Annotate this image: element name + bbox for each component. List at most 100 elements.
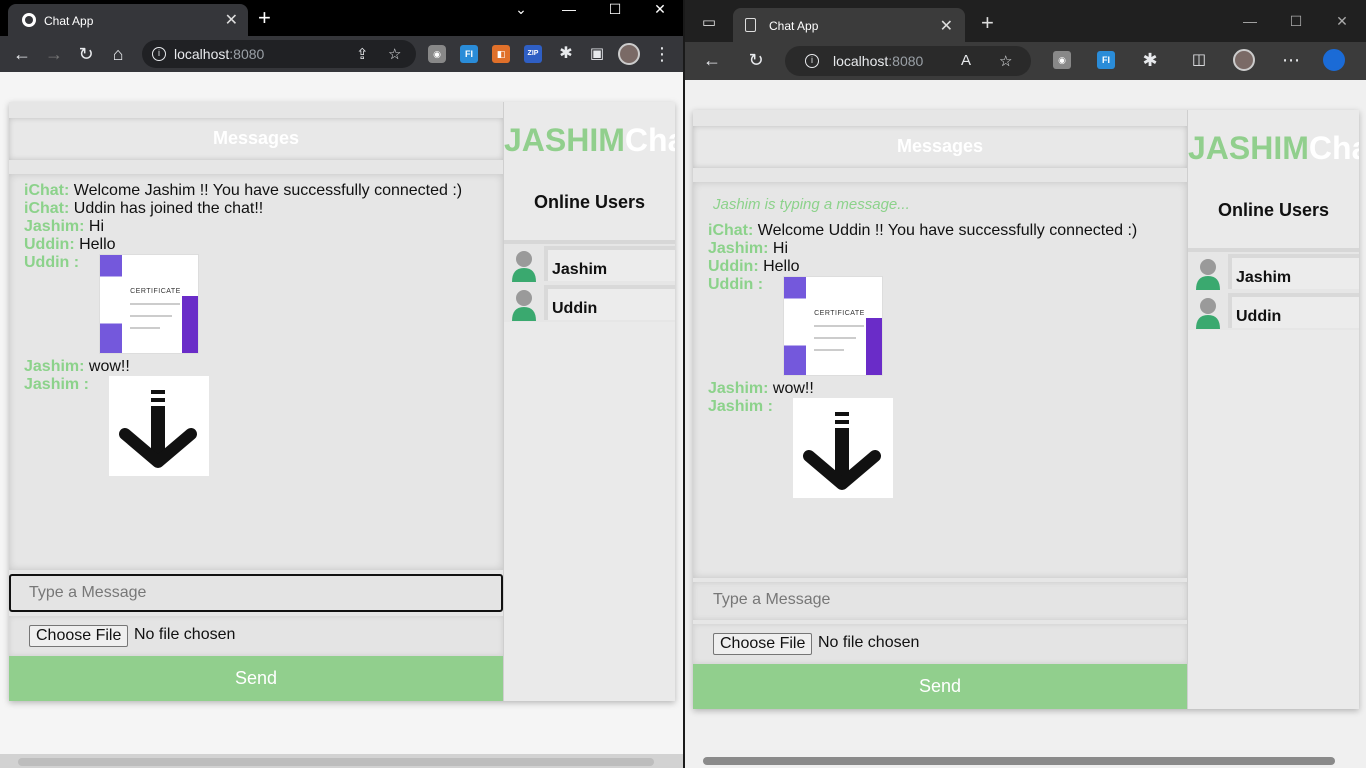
message-sender: Uddin: [708,258,759,275]
user-item[interactable]: Uddin [1188,291,1359,330]
camera-extension-icon[interactable]: ◉ [1053,51,1071,69]
horizontal-scrollbar[interactable] [0,754,683,768]
browser-tab[interactable]: Chat App ✕ [733,8,965,42]
chat-column: Messages Jashim is typing a message... i… [693,110,1187,709]
message-sender: Jashim: [24,218,85,235]
scrollbar-thumb[interactable] [18,758,654,766]
message-sender: Uddin : [24,254,80,271]
user-item[interactable]: Uddin [504,283,675,322]
tab-search-icon[interactable]: ⌄ [498,0,544,18]
fi-extension-icon[interactable]: FI [460,45,478,63]
message-text: Uddin has joined the chat!! [69,200,264,217]
user-item[interactable]: Jashim [504,244,675,283]
user-avatar-icon [512,251,536,282]
message-text: Hi [768,240,789,257]
message-sender: Jashim: [708,240,769,257]
online-users-heading: Online Users [533,192,646,212]
forward-icon[interactable]: → [42,43,66,65]
certificate-image[interactable]: CERTIFICATE [99,254,200,354]
split-screen-icon[interactable]: ◫ [1187,49,1211,71]
profile-avatar[interactable] [1233,49,1255,71]
close-window-button[interactable]: ✕ [1319,12,1365,30]
users-list: Jashim Uddin [504,240,675,322]
message-sender: Jashim: [708,380,769,397]
side-panel-icon[interactable]: ▣ [585,43,609,65]
tab-actions-icon[interactable]: ▭ [697,12,721,34]
reload-icon[interactable]: ↻ [74,43,98,65]
download-arrow-icon [118,390,197,468]
audio-extension-icon[interactable]: ◧ [492,45,510,63]
user-item[interactable]: Jashim [1188,252,1359,291]
extensions-icon[interactable]: ✱ [1138,49,1162,71]
edge-tab-bar: ▭ Chat App ✕ + — ☐ ✕ [685,0,1366,42]
close-window-button[interactable]: ✕ [637,0,683,18]
zip-extension-icon[interactable]: ZIP [524,45,542,63]
message-item: iChat: Welcome Jashim !! You have succes… [24,182,503,200]
user-name: Uddin [544,285,675,320]
profile-avatar[interactable] [618,43,640,65]
send-button[interactable]: Send [9,656,503,701]
chat-app: Messages Jashim is typing a message... i… [693,110,1359,709]
share-icon[interactable]: ⇪ [356,45,369,63]
no-file-label: No file chosen [818,634,920,651]
address-bar[interactable]: i localhost:8080 ⇪ ☆ [142,40,416,68]
message-item: iChat: Welcome Uddin !! You have success… [708,222,1187,240]
new-tab-button[interactable]: + [258,5,271,31]
message-input[interactable]: Type a Message [9,574,503,612]
bing-icon[interactable] [1323,49,1345,71]
home-icon[interactable]: ⌂ [106,43,130,65]
read-aloud-icon[interactable]: A [961,52,971,69]
download-arrow-image[interactable] [108,376,209,476]
users-list: Jashim Uddin [1188,248,1359,330]
edge-toolbar: ← ↻ i localhost:8080 A ☆ ◉ FI ✱ ◫ ⋯ [685,42,1366,80]
no-file-label: No file chosen [134,626,236,643]
favorites-star-icon[interactable]: ☆ [999,52,1012,70]
menu-icon[interactable]: ⋮ [650,43,674,65]
new-tab-button[interactable]: + [981,10,994,36]
download-arrow-image[interactable] [792,398,893,498]
download-arrow-icon [802,412,881,490]
message-sender: iChat: [24,182,70,199]
choose-file-button[interactable]: Choose File [713,633,813,655]
back-icon[interactable]: ← [700,49,724,71]
bookmark-star-icon[interactable]: ☆ [388,45,401,63]
tab-title: Chat App [44,14,94,28]
user-avatar-icon [1196,259,1220,290]
user-name: Uddin [1228,293,1359,328]
message-sender: Uddin : [708,276,764,293]
minimize-button[interactable]: — [546,0,592,18]
scrollbar-thumb[interactable] [703,757,1335,765]
puzzle-extensions-icon[interactable]: ✱ [554,43,578,65]
horizontal-scrollbar[interactable] [685,754,1366,768]
back-icon[interactable]: ← [10,43,34,65]
settings-more-icon[interactable]: ⋯ [1279,49,1303,71]
message-item: Uddin: Hello [24,236,503,254]
send-button[interactable]: Send [693,664,1187,709]
chrome-toolbar: ← → ↻ ⌂ i localhost:8080 ⇪ ☆ ◉ FI ◧ ZIP … [0,36,683,72]
maximize-button[interactable]: ☐ [1273,12,1319,30]
site-info-icon[interactable]: i [152,47,166,61]
message-input[interactable]: Type a Message [693,582,1187,620]
chat-column: Messages iChat: Welcome Jashim !! You ha… [9,102,503,701]
address-bar[interactable]: i localhost:8080 A ☆ [785,46,1031,76]
minimize-button[interactable]: — [1227,12,1273,30]
file-row: Choose File No file chosen [693,624,1187,664]
site-info-icon[interactable]: i [805,54,819,68]
close-tab-icon[interactable]: ✕ [940,16,953,36]
chrome-window: Chat App ✕ + ⌄ — ☐ ✕ ← → ↻ ⌂ i localhost… [0,0,683,768]
message-sender: Jashim: [24,358,85,375]
maximize-button[interactable]: ☐ [592,0,638,18]
reload-icon[interactable]: ↻ [744,49,768,71]
tab-title: Chat App [769,19,819,33]
close-tab-icon[interactable]: ✕ [225,10,238,30]
globe-icon [22,13,36,27]
fi-extension-icon[interactable]: FI [1097,51,1115,69]
user-name: Jashim [544,246,675,281]
message-item: Uddin : CERTIFICATE [708,276,1187,380]
camera-extension-icon[interactable]: ◉ [428,45,446,63]
choose-file-button[interactable]: Choose File [29,625,129,647]
browser-tab[interactable]: Chat App ✕ [8,4,248,36]
certificate-image[interactable]: CERTIFICATE [783,276,884,376]
message-item: iChat: Uddin has joined the chat!! [24,200,503,218]
message-sender: Uddin: [24,236,75,253]
